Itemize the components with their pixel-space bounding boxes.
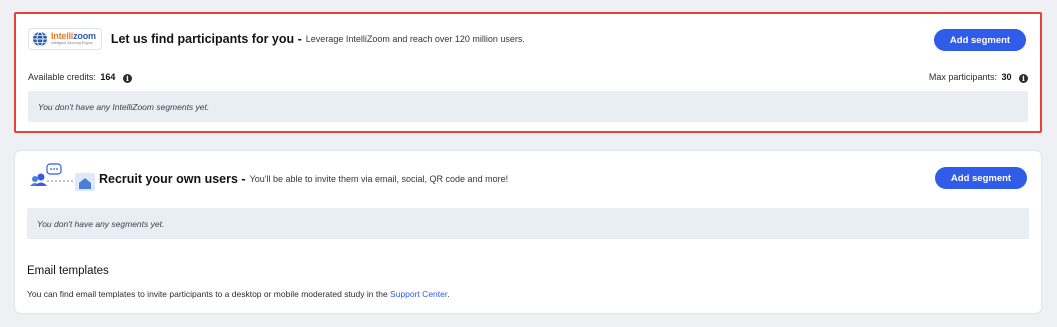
info-icon[interactable]: i	[122, 74, 132, 83]
recruit-users-icon	[30, 163, 95, 191]
max-participants: Max participants: 30 i	[929, 72, 1028, 83]
recruit-empty-text: You don't have any segments yet.	[37, 218, 165, 229]
intellizoom-title: Let us find participants for you -	[110, 32, 302, 46]
credits-row: Available credits: 164 i Max participant…	[28, 72, 1028, 83]
credits-label: Available credits:	[28, 72, 96, 82]
logo-name-part1: Intelli	[51, 31, 74, 42]
logo-name-part2: zoom	[73, 31, 96, 42]
intellizoom-subtitle: Leverage IntelliZoom and reach over 120 …	[305, 34, 525, 44]
max-participants-label: Max participants:	[928, 72, 997, 82]
globe-icon	[33, 31, 47, 47]
email-desc-text: You can find email templates to invite p…	[27, 289, 388, 299]
intellizoom-header: Intellizoom Intelligent Sourcing Engine …	[28, 28, 1028, 50]
available-credits: Available credits: 164 i	[28, 72, 132, 83]
max-participants-value: 30	[1001, 72, 1012, 82]
email-templates-description: You can find email templates to invite p…	[27, 289, 450, 299]
recruit-subtitle: You'll be able to invite them via email,…	[249, 174, 509, 184]
intellizoom-logo: Intellizoom Intelligent Sourcing Engine	[28, 28, 102, 50]
recruit-add-segment-button[interactable]: Add segment	[935, 167, 1027, 189]
intellizoom-card: Intellizoom Intelligent Sourcing Engine …	[14, 12, 1042, 133]
email-desc-suffix: .	[447, 289, 450, 299]
info-icon[interactable]: i	[1019, 74, 1028, 83]
recruit-title: Recruit your own users -	[99, 172, 246, 186]
intellizoom-add-segment-button[interactable]: Add segment	[934, 29, 1026, 51]
recruit-empty-state: You don't have any segments yet.	[27, 208, 1029, 239]
credits-value: 164	[100, 72, 116, 82]
logo-tagline: Intelligent Sourcing Engine	[51, 41, 93, 46]
recruit-card: Recruit your own users - You'll be able …	[14, 150, 1042, 314]
recruit-header: Recruit your own users - You'll be able …	[27, 163, 1029, 195]
intellizoom-empty-state: You don't have any IntelliZoom segments …	[28, 91, 1028, 122]
email-templates-heading: Email templates	[27, 265, 109, 277]
intellizoom-empty-text: You don't have any IntelliZoom segments …	[38, 101, 210, 112]
support-center-link[interactable]: Support Center	[390, 289, 447, 299]
